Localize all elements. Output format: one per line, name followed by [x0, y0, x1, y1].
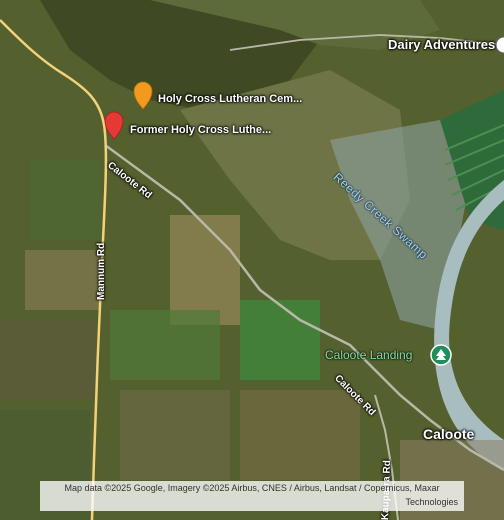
field-patch	[240, 390, 360, 480]
holy-cross-cemetery-label[interactable]: Holy Cross Lutheran Cem...	[158, 93, 302, 105]
attribution-line-1: Map data ©2025 Google, Imagery ©2025 Air…	[64, 483, 440, 493]
dairy-adventures-label[interactable]: Dairy Adventures	[388, 37, 495, 52]
field-patch	[30, 160, 100, 240]
caloote-town-label[interactable]: Caloote	[423, 426, 474, 442]
attribution-line-2: Technologies	[405, 497, 458, 507]
caloote-landing-label[interactable]: Caloote Landing	[325, 348, 412, 362]
field-patch	[110, 310, 220, 380]
field-patch	[120, 390, 230, 480]
satellite-map[interactable]	[0, 0, 504, 520]
field-patch	[0, 320, 95, 400]
field-patch	[25, 250, 100, 310]
field-patch	[170, 215, 240, 325]
mannum-rd-label: Mannum Rd	[96, 242, 107, 300]
caloote-landing-icon[interactable]	[430, 344, 452, 366]
map-attribution: Map data ©2025 Google, Imagery ©2025 Air…	[40, 481, 464, 511]
former-holy-cross-label[interactable]: Former Holy Cross Luthe...	[130, 124, 271, 136]
field-patch	[240, 300, 320, 380]
